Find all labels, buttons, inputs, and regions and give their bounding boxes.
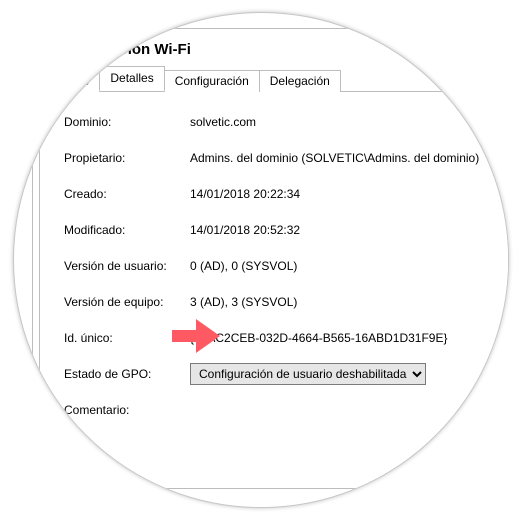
row-domain: Dominio: solvetic.com — [64, 104, 509, 140]
row-owner: Propietario: Admins. del dominio (SOLVET… — [64, 140, 509, 176]
value-domain: solvetic.com — [190, 115, 509, 129]
tab-strip: Ámbito Detalles Configuración Delegación — [41, 66, 509, 92]
label-gpo-status: Estado de GPO: — [64, 367, 190, 381]
label-owner: Propietario: — [64, 151, 190, 165]
tab-delegacion[interactable]: Delegación — [259, 70, 341, 92]
label-modified: Modificado: — [64, 223, 190, 237]
gpo-status-select[interactable]: Configuración de usuario deshabilitada — [190, 363, 426, 385]
label-created: Creado: — [64, 187, 190, 201]
value-modified: 14/01/2018 20:52:32 — [190, 223, 509, 237]
row-unique-id: Id. único: {88AC2CEB-032D-4664-B565-16AB… — [64, 320, 509, 356]
value-computer-version: 3 (AD), 3 (SYSVOL) — [190, 295, 509, 309]
window-title: Administracion Wi-Fi — [39, 37, 509, 66]
label-user-version: Versión de usuario: — [64, 259, 190, 273]
label-domain: Dominio: — [64, 115, 190, 129]
value-owner: Admins. del dominio (SOLVETIC\Admins. de… — [190, 151, 509, 165]
value-created: 14/01/2018 20:22:34 — [190, 187, 509, 201]
row-user-version: Versión de usuario: 0 (AD), 0 (SYSVOL) — [64, 248, 509, 284]
value-unique-id: {88AC2CEB-032D-4664-B565-16ABD1D31F9E} — [190, 331, 509, 345]
tab-ambito[interactable]: Ámbito — [41, 70, 100, 92]
value-user-version: 0 (AD), 0 (SYSVOL) — [190, 259, 509, 273]
row-comment: Comentario: — [64, 392, 509, 428]
row-gpo-status: Estado de GPO: Configuración de usuario … — [64, 356, 509, 392]
tab-detalles[interactable]: Detalles — [99, 66, 164, 91]
window-frame: Administracion Wi-Fi Ámbito Detalles Con… — [32, 28, 509, 508]
details-panel: Dominio: solvetic.com Propietario: Admin… — [39, 92, 509, 489]
circular-viewport: Administracion Wi-Fi Ámbito Detalles Con… — [13, 12, 509, 508]
row-modified: Modificado: 14/01/2018 20:52:32 — [64, 212, 509, 248]
label-unique-id: Id. único: — [64, 331, 190, 345]
gpo-properties-window: Administracion Wi-Fi Ámbito Detalles Con… — [32, 28, 509, 508]
label-comment: Comentario: — [64, 403, 190, 417]
label-computer-version: Versión de equipo: — [64, 295, 190, 309]
row-created: Creado: 14/01/2018 20:22:34 — [64, 176, 509, 212]
row-computer-version: Versión de equipo: 3 (AD), 3 (SYSVOL) — [64, 284, 509, 320]
tab-configuracion[interactable]: Configuración — [164, 70, 260, 92]
